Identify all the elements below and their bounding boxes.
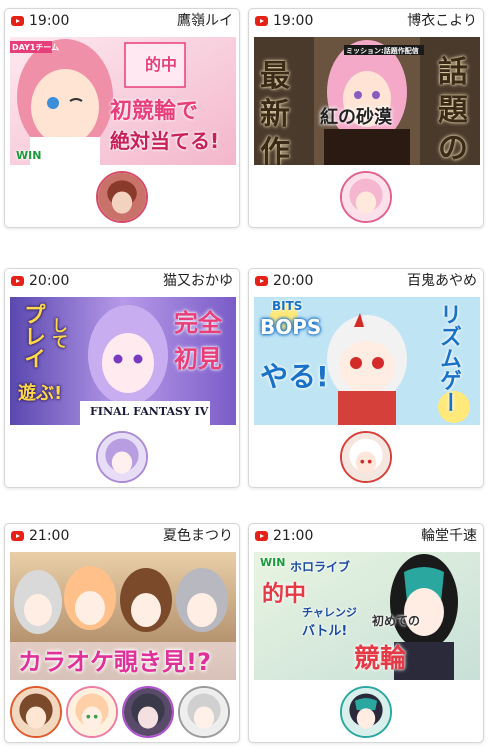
youtube-icon xyxy=(11,531,24,541)
stream-time: 21:00 xyxy=(273,528,314,544)
stream-thumbnail[interactable]: 最 新 作 話 題 の 紅の砂漠 ミッション:話題作配信 xyxy=(254,37,480,165)
avatar-row xyxy=(5,171,239,225)
stream-time: 20:00 xyxy=(273,273,314,289)
stream-thumbnail[interactable]: ホロライブ 的中 チャレンジ バトル! 初めての 競輪 WIN xyxy=(254,552,480,680)
thumb-caption-8: ミッション:話題作配信 xyxy=(346,47,419,55)
thumb-caption-1: プレイ xyxy=(20,303,45,369)
thumb-caption-7: WIN xyxy=(260,556,286,569)
card-header: 21:00 輪堂千速 xyxy=(249,524,483,550)
avatar[interactable] xyxy=(340,431,392,483)
thumb-caption-5: 初見 xyxy=(174,345,222,373)
thumb-caption-5: 初めての xyxy=(372,614,421,628)
thumb-caption-2: BOPS xyxy=(260,315,322,339)
streamer-name: 百鬼あやめ xyxy=(407,273,477,289)
stream-card[interactable]: 21:00 輪堂千速 ホロライブ 的中 チャレンジ バトル! 初めての 競輪 W… xyxy=(248,523,484,743)
thumb-caption-4: リズムゲー xyxy=(436,303,461,413)
card-header: 20:00 猫又おかゆ xyxy=(5,269,239,295)
stream-thumbnail[interactable]: プレイ して 遊ぶ! 完全 初見 FINAL FANTASY IV xyxy=(10,297,236,425)
avatar-row xyxy=(249,431,483,485)
card-header: 19:00 博衣こより xyxy=(249,9,483,35)
stream-time: 19:00 xyxy=(273,13,314,29)
stream-card[interactable]: 20:00 百鬼あやめ BITS BOPS やる! リズムゲー xyxy=(248,268,484,488)
card-header: 20:00 百鬼あやめ xyxy=(249,269,483,295)
streamer-name: 猫又おかゆ xyxy=(163,273,233,289)
avatar[interactable] xyxy=(66,686,118,738)
thumb-caption-3: 初競輪で xyxy=(110,99,199,124)
avatar[interactable] xyxy=(96,171,148,223)
avatar-row xyxy=(249,171,483,225)
youtube-icon xyxy=(255,276,268,286)
card-header: 21:00 夏色まつり xyxy=(5,524,239,550)
avatar-row xyxy=(249,686,483,740)
thumb-caption-4: 完全 xyxy=(174,309,222,337)
streamer-name: 夏色まつり xyxy=(163,528,233,544)
thumb-caption-6: 競輪 xyxy=(354,644,407,674)
avatar-row xyxy=(5,431,239,485)
thumb-caption-3: やる! xyxy=(260,360,329,393)
thumb-caption-2: して xyxy=(49,317,68,349)
stream-thumbnail[interactable]: DAY1チーム 的中 初競輪で 絶対当てる! WIN xyxy=(10,37,236,165)
stream-thumbnail[interactable]: BITS BOPS やる! リズムゲー xyxy=(254,297,480,425)
stream-thumbnail[interactable]: カラオケ覗き見!? xyxy=(10,552,236,680)
streamer-name: 博衣こより xyxy=(407,13,477,29)
thumb-caption-1: カラオケ覗き見!? xyxy=(18,648,211,676)
thumb-caption-2: 的中 xyxy=(262,582,307,607)
thumb-caption-7: 紅の砂漠 xyxy=(320,107,392,128)
thumb-caption-1: ホロライブ xyxy=(290,560,351,574)
stream-time: 21:00 xyxy=(29,528,70,544)
stream-card[interactable]: 20:00 猫又おかゆ プレイ して 遊ぶ! 完全 初見 FINAL FANTA… xyxy=(4,268,240,488)
thumb-caption-6: FINAL FANTASY IV xyxy=(90,405,209,418)
stream-card[interactable]: 19:00 博衣こより 最 新 作 話 題 の 紅の砂漠 ミッション:話題作配信 xyxy=(248,8,484,228)
thumb-caption-3: 作 xyxy=(260,135,290,165)
avatar[interactable] xyxy=(96,431,148,483)
streamer-name: 鷹嶺ルイ xyxy=(177,13,233,29)
thumb-caption-1: BITS xyxy=(272,299,303,313)
avatar[interactable] xyxy=(10,686,62,738)
stream-time: 19:00 xyxy=(29,13,70,29)
youtube-icon xyxy=(11,276,24,286)
avatar[interactable] xyxy=(178,686,230,738)
stream-card[interactable]: 19:00 鷹嶺ルイ DAY1チーム 的中 初競輪で 絶対当てる! WIN xyxy=(4,8,240,228)
thumb-caption-1: DAY1チーム xyxy=(12,43,60,52)
thumb-caption-2: 的中 xyxy=(145,55,178,74)
stream-card[interactable]: 21:00 夏色まつり カラオケ覗き見!? xyxy=(4,523,240,743)
thumb-caption-3: チャレンジ xyxy=(302,606,357,619)
thumb-caption-6: の xyxy=(438,131,468,165)
avatar-row xyxy=(5,686,239,740)
avatar[interactable] xyxy=(340,171,392,223)
thumb-caption-4: 絶対当てる! xyxy=(110,129,220,153)
thumb-caption-5: WIN xyxy=(16,149,42,162)
youtube-icon xyxy=(255,16,268,26)
streamer-name: 輪堂千速 xyxy=(421,528,477,544)
card-header: 19:00 鷹嶺ルイ xyxy=(5,9,239,35)
thumb-caption-3: 遊ぶ! xyxy=(18,383,63,404)
youtube-icon xyxy=(11,16,24,26)
thumb-caption-4: バトル! xyxy=(302,624,348,639)
avatar[interactable] xyxy=(122,686,174,738)
stream-time: 20:00 xyxy=(29,273,70,289)
avatar[interactable] xyxy=(340,686,392,738)
youtube-icon xyxy=(255,531,268,541)
